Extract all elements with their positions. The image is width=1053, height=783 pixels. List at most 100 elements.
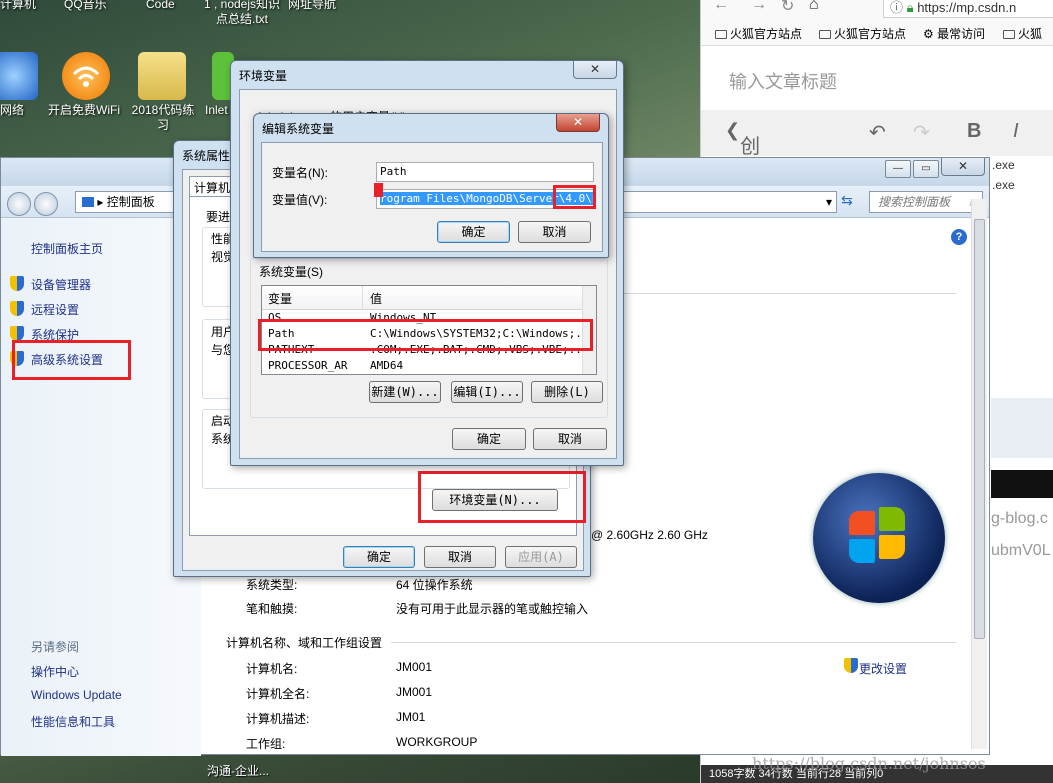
var-name-input[interactable]: Path [376,162,594,182]
logo-part [879,535,905,559]
system-type-label: 系统类型: [246,578,298,592]
change-settings-link[interactable]: 更改设置 [859,660,907,677]
refresh-icon[interactable]: ⇆ [841,192,853,209]
ok-button[interactable]: 确定 [452,428,526,450]
taskbar-item[interactable]: 沟通-企业... [207,762,269,779]
italic-icon[interactable]: I [1013,120,1019,143]
processor-speed: @ 2.60GHz 2.60 GHz [591,528,708,542]
close-button[interactable]: ✕ [941,158,985,176]
chevron-down-icon[interactable]: ▾ [826,192,832,212]
desktop-label-code[interactable]: Code [146,0,175,12]
cancel-button[interactable]: 取消 [533,428,607,450]
highlight-marker [374,183,383,197]
sidebar-item-device-manager[interactable]: 设备管理器 [31,276,91,293]
cancel-button[interactable]: 取消 [424,546,496,568]
network-icon[interactable] [0,52,38,100]
close-button[interactable]: ✕ [556,114,600,132]
article-title-input[interactable]: 输入文章标题 [729,68,837,94]
sidebar-item-remote[interactable]: 远程设置 [31,301,79,318]
help-icon[interactable]: ? [951,229,967,245]
url-bar[interactable]: ⓘ 🔒︎ https://mp.csdn.n [883,0,1053,18]
logo-part [879,507,905,531]
highlight-box [553,185,596,209]
redo-icon[interactable]: ↷ [913,120,930,145]
undo-icon[interactable]: ↶ [869,120,886,145]
row-label: 计算机名: [246,662,298,676]
folder-icon [819,30,831,39]
edit-button[interactable]: 编辑(I)... [451,381,523,403]
col-value[interactable]: 值 [370,290,382,307]
back-arrow-icon[interactable]: ← [713,0,729,14]
sidebar-home[interactable]: 控制面板主页 [31,240,103,257]
ok-button[interactable]: 确定 [343,546,415,568]
tab-computer[interactable]: 计算机 [189,176,236,196]
info-icon[interactable]: ⓘ [890,0,903,15]
bold-icon[interactable]: B [967,120,981,143]
minimize-button[interactable]: — [885,160,911,178]
folder-icon[interactable] [138,52,186,100]
highlight-box [258,319,593,351]
var-name: PROCESSOR_AR [268,359,348,372]
row-value: JM001 [396,685,433,699]
maximize-button[interactable]: ▭ [913,160,939,178]
dialog-title: 环境变量 [239,69,288,83]
desktop-label-web-nav[interactable]: 网址导航 [288,0,336,12]
reload-icon[interactable]: ↻ [781,0,794,16]
highlight-box [12,340,131,380]
var-value-label: 变量值(V): [272,193,328,207]
var-name-label: 变量名(N): [272,166,328,180]
ok-button[interactable]: 确定 [437,221,510,243]
col-divider [362,286,363,310]
delete-button[interactable]: 删除(L) [531,381,603,403]
bookmark-label: 火狐官方站点 [834,27,907,41]
bookmark-firefox-1[interactable]: 火狐官方站点 [715,25,802,42]
bookmark-firefox-2[interactable]: 火狐官方站点 [819,25,906,42]
shield-icon [10,301,24,316]
see-also-windows-update[interactable]: Windows Update [31,688,122,702]
apply-button[interactable]: 应用(A) [505,546,577,568]
control-panel-sidebar: 控制面板主页 设备管理器 远程设置 系统保护 高级系统设置 另请参阅 操作中心 … [1,218,201,756]
forward-arrow-icon[interactable]: → [751,0,767,14]
creation-center-link[interactable]: ❮ 创作中心 [725,120,760,245]
bookmark-label: 火狐官方站点 [730,27,803,41]
dialog-body: 变量名(N): Path 变量值(V): rogram Files\MongoD… [261,142,603,252]
desktop-label-network[interactable]: 网络 [0,103,24,118]
dialog-title: 编辑系统变量 [262,122,335,136]
snippet: g-blog.c [991,510,1048,527]
col-variable[interactable]: 变量 [268,290,292,307]
pen-value: 没有可用于此显示器的笔或触控输入 [396,602,589,616]
dialog-title: 系统属性 [182,149,231,163]
close-button[interactable]: ✕ [573,61,617,79]
bookmark-firefox-3[interactable]: 火狐 [1003,25,1042,42]
bookmark-most-visited[interactable]: ⚙︎ 最常访问 [923,25,985,42]
system-vars-label: 系统变量(S) [259,265,323,279]
breadcrumb[interactable]: 控制面板 [107,195,155,209]
windows-logo [813,473,945,603]
scrollbar-thumb[interactable] [974,219,985,639]
back-button[interactable] [7,192,31,216]
table-row[interactable]: PROCESSOR_AR AMD64 [262,359,596,374]
desktop-label-nodejs-notes[interactable]: 1 , nodejs知识点总结.txt [203,0,281,27]
highlight-box [418,471,586,523]
see-also-performance[interactable]: 性能信息和工具 [31,713,115,730]
logo-part [849,511,875,535]
desktop-label-inlet[interactable]: Inlet [205,103,228,118]
see-also-title: 另请参阅 [31,640,80,654]
forward-button[interactable] [34,192,58,216]
cancel-button[interactable]: 取消 [518,221,591,243]
desktop-label-qqmusic[interactable]: QQ音乐 [64,0,107,12]
shield-icon [844,658,858,673]
watermark: https://blog.csdn.net/johnsos [752,754,986,773]
wifi-icon[interactable] [62,52,110,100]
desktop-label-code-folder[interactable]: 2018代码练习 [128,103,198,133]
see-also-action-center[interactable]: 操作中心 [31,663,79,680]
preview-dark-band [991,470,1053,498]
search-input[interactable]: 搜索控制面板 ⌕ [869,191,983,213]
new-button[interactable]: 新建(W)... [369,381,441,403]
desktop-label-wifi[interactable]: 开启免费WiFi [48,103,120,118]
desktop-label-computer[interactable]: 计算机 [0,0,36,12]
home-icon[interactable]: ⌂ [809,0,819,14]
row-label: 计算机描述: [246,712,310,726]
divider [391,642,956,643]
scrollbar[interactable] [971,199,987,749]
